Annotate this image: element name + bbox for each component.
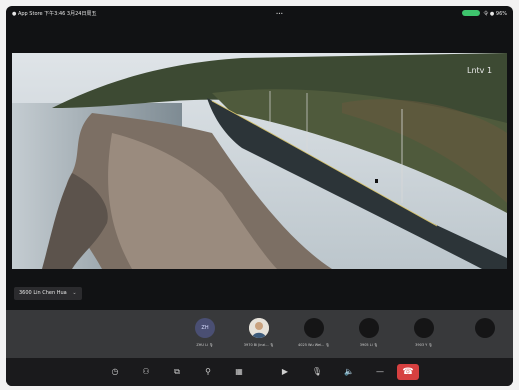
- participant-tile[interactable]: 3970 Bi Jinzi... 🎙: [234, 316, 284, 352]
- call-active-pill[interactable]: [462, 10, 481, 16]
- participant-tile[interactable]: 4025 Wu Wei... 🎙: [289, 316, 339, 352]
- participant-tile[interactable]: 3905 Li 🎙: [344, 316, 394, 352]
- participant-name: ZHU Li 🎙: [196, 343, 214, 347]
- status-left: ● App Store 下午3:46 3月24日周五: [12, 10, 96, 17]
- more-icon[interactable]: —: [374, 366, 386, 378]
- participant-name: 3905 Li 🎙: [359, 343, 379, 347]
- speaker-name: 3600 Lin Chen Hua: [19, 290, 67, 296]
- participant-name: 3970 Bi Jinzi... 🎙: [243, 343, 275, 347]
- clock-icon[interactable]: ◷: [109, 366, 121, 378]
- speaker-name-tag[interactable]: 3600 Lin Chen Hua ⌄: [14, 287, 82, 300]
- avatar: [359, 318, 379, 338]
- grid-icon[interactable]: ▦: [233, 366, 245, 378]
- camera-icon[interactable]: ▶: [279, 366, 291, 378]
- profile-photo: [249, 318, 269, 338]
- status-right: 令 ● 96%: [462, 10, 507, 17]
- people-icon[interactable]: ⚇: [140, 366, 152, 378]
- participant-tile[interactable]: ZH ZHU Li 🎙: [180, 316, 230, 352]
- hang-up-button[interactable]: ☎: [397, 364, 419, 380]
- speaker-icon[interactable]: 🔈: [343, 366, 355, 378]
- participant-strip: ZH ZHU Li 🎙 3970 Bi Jinzi... 🎙 4025 Wu W…: [6, 310, 513, 358]
- mic-icon[interactable]: 🎙: [311, 366, 323, 378]
- avatar: [249, 318, 269, 338]
- avatar: [304, 318, 324, 338]
- meeting-toolbar: ◷ ⚇ ⧉ ⚲ ▦ ▶ 🎙 🔈 — ☎: [6, 358, 513, 386]
- status-left-text: ● App Store 下午3:46 3月24日周五: [12, 10, 97, 17]
- status-right-text: 令 ● 96%: [483, 10, 507, 17]
- coastal-road-scene: Lntv 1: [12, 53, 507, 269]
- avatar: [414, 318, 434, 338]
- avatar: [475, 318, 495, 338]
- participant-name: 4025 Wu Wei... 🎙: [298, 343, 330, 347]
- participant-tile[interactable]: [460, 316, 510, 352]
- video-watermark: Lntv 1: [467, 66, 492, 75]
- tablet-screen: ● App Store 下午3:46 3月24日周五 ••• 令 ● 96% L…: [6, 6, 513, 386]
- link-icon[interactable]: ⚲: [202, 366, 214, 378]
- status-bar: ● App Store 下午3:46 3月24日周五 ••• 令 ● 96%: [6, 6, 513, 20]
- screenshot-frame: ● App Store 下午3:46 3月24日周五 ••• 令 ● 96% L…: [0, 0, 519, 390]
- multitask-dots[interactable]: •••: [276, 11, 283, 16]
- participant-name: 3903 Y 🎙: [415, 343, 433, 347]
- participant-tile[interactable]: 3903 Y 🎙: [399, 316, 449, 352]
- main-video[interactable]: Lntv 1: [12, 53, 507, 269]
- avatar: ZH: [195, 318, 215, 338]
- screen-share-icon[interactable]: ⧉: [171, 366, 183, 378]
- chevron-down-icon: ⌄: [72, 290, 77, 296]
